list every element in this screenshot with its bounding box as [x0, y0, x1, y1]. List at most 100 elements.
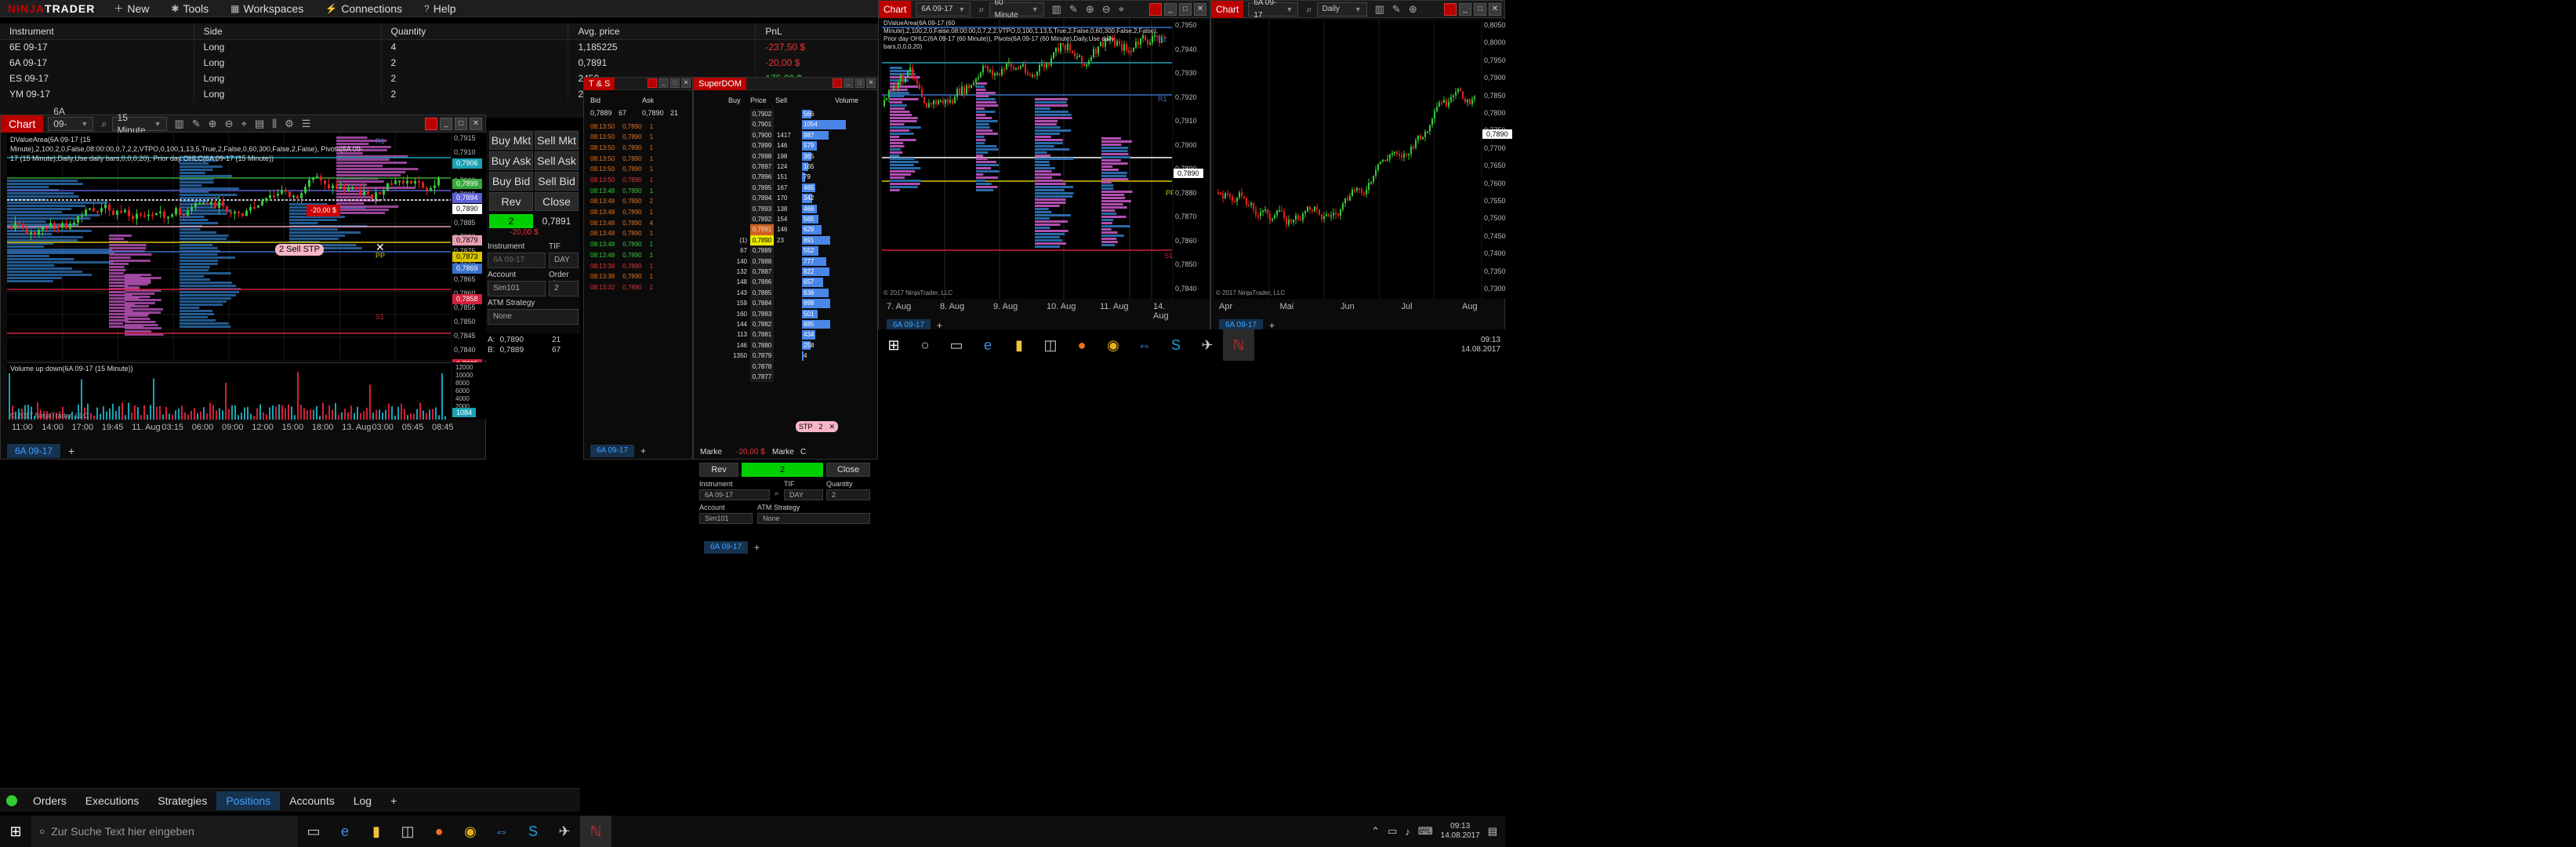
menu-workspaces[interactable]: ▦ Workspaces [220, 0, 314, 17]
column-header[interactable]: Avg. price [568, 24, 756, 40]
time-axis[interactable]: 11:00 14:00 17:00 19:45 11. Aug 03:15 06:00 09:… [7, 421, 454, 434]
dom-account-selector[interactable]: Sim101 [699, 513, 753, 524]
sell-bid-button[interactable]: Sell Bid [535, 172, 579, 191]
chart2-price-panel[interactable]: DValueArea(6A 09-17 (60 Minute),2,100,2,… [882, 20, 1175, 299]
edge-icon[interactable]: e [972, 329, 1003, 361]
dom-row[interactable]: 0,7892 154 565 [728, 214, 877, 225]
dom-row[interactable]: 144 0,7882 885 [728, 319, 877, 330]
bar-style-icon[interactable]: ▥ [1375, 3, 1384, 16]
price-axis[interactable]: 0,79150,79100,79050,79000,78950,78900,78… [452, 133, 487, 369]
chart2-interval-selector[interactable]: 60 Minute ▼ [989, 0, 1044, 20]
dom-instrument-field[interactable]: 6A 09-17 [699, 489, 770, 500]
buy-cell[interactable]: 113 [728, 329, 747, 340]
dom-row[interactable]: 0,7895 167 465 [728, 182, 877, 194]
minimize-button[interactable]: _ [440, 118, 452, 130]
order-qty-stepper[interactable]: 2 [549, 281, 579, 296]
interval-selector[interactable]: 15 Minute ▼ [111, 112, 167, 136]
buy-cell[interactable]: 67 [728, 245, 747, 256]
dom-row[interactable]: 0,7901 1054 [728, 119, 877, 130]
tab-log[interactable]: Log [344, 791, 381, 810]
cancel-all-label[interactable]: C [800, 448, 806, 456]
dom-row[interactable]: 0,7902 566 [728, 109, 877, 120]
chart3-price-axis[interactable]: 0,8050 0,8000 0,7950 0,7900 0,7850 0,7800 0,77… [1482, 20, 1512, 299]
clock-2[interactable]: 09:13 14.08.2017 [1461, 336, 1505, 354]
add-tab-button[interactable]: + [634, 445, 652, 456]
clock[interactable]: 09:13 14.08.2017 [1441, 822, 1480, 841]
dom-row[interactable]: 0,7893 138 469 [728, 203, 877, 214]
sell-cell[interactable]: 154 [775, 214, 794, 224]
bar-style-icon[interactable]: ▥ [175, 118, 184, 130]
firefox-icon[interactable]: ● [1066, 329, 1098, 361]
dom-ladder[interactable]: 0,7902 566 0,7901 1054 0,7900 1417 987 0,7899 14… [728, 109, 877, 384]
dom-qty-stepper[interactable]: 2 [826, 489, 870, 500]
teamviewer-icon[interactable]: ⇔ [486, 816, 517, 847]
draw-icon[interactable]: ✎ [1069, 3, 1078, 16]
zoom-out-icon[interactable]: ⊖ [1102, 3, 1111, 16]
column-header[interactable]: Instrument [0, 24, 194, 40]
buy-cell[interactable]: (1) [728, 235, 747, 245]
draw-icon[interactable]: ✎ [192, 118, 201, 130]
dom-row[interactable]: 0,7900 1417 987 [728, 129, 877, 141]
chrome-icon[interactable]: ◉ [1098, 329, 1129, 361]
app-icon[interactable]: ✈ [549, 816, 580, 847]
buy-cell[interactable]: 159 [728, 298, 747, 308]
buy-bid-button[interactable]: Buy Bid [489, 172, 533, 191]
search-icon[interactable]: ⌕ [1306, 3, 1312, 16]
bar-style-icon[interactable]: ▥ [1052, 3, 1061, 16]
buy-cell[interactable]: 144 [728, 319, 747, 329]
minimize-button[interactable]: _ [1164, 3, 1177, 16]
ninjatrader-taskbar-icon[interactable]: ℕ [580, 816, 611, 847]
volume-axis[interactable]: 12000 10000 8000 6000 4000 2000 1084 [452, 362, 487, 419]
close-button[interactable]: ✕ [866, 78, 876, 88]
close-button[interactable]: ✕ [681, 78, 691, 88]
sell-ask-button[interactable]: Sell Ask [535, 151, 579, 170]
tif-selector[interactable]: DAY [549, 253, 579, 268]
minimize-button[interactable]: _ [1459, 3, 1471, 16]
column-header[interactable]: Quantity [381, 24, 569, 40]
crosshair-icon[interactable]: ⌖ [241, 118, 247, 130]
link-button[interactable] [425, 118, 437, 130]
file-explorer-icon[interactable]: ▮ [1003, 329, 1035, 361]
sell-cell[interactable]: 146 [775, 140, 794, 151]
close-button[interactable]: ✕ [470, 118, 482, 130]
buy-cell[interactable]: 1350 [728, 351, 747, 361]
tab-strategies[interactable]: Strategies [148, 791, 216, 810]
maximize-button[interactable]: □ [1179, 3, 1192, 16]
tab-accounts[interactable]: Accounts [280, 791, 344, 810]
dom-row[interactable]: 140 0,7888 777 [728, 256, 877, 267]
buy-cell[interactable]: 160 [728, 309, 747, 319]
notifications-icon[interactable]: ▤ [1488, 825, 1497, 838]
chart3-price-panel[interactable]: © 2017 NinjaTrader, LLC [1214, 20, 1481, 299]
sell-cell[interactable]: 151 [775, 172, 794, 182]
file-explorer-icon[interactable]: ▮ [361, 816, 392, 847]
chrome-icon[interactable]: ◉ [455, 816, 486, 847]
app-icon[interactable]: ✈ [1192, 329, 1223, 361]
close-button[interactable]: ✕ [1489, 3, 1501, 16]
dom-row[interactable]: 1350 0,7879 4 [728, 351, 877, 362]
ninjatrader-taskbar-icon[interactable]: ℕ [1223, 329, 1254, 361]
chart2-price-axis[interactable]: 0,7950 0,7940 0,7930 0,7920 0,7910 0,7900 0,78… [1174, 20, 1210, 299]
reverse-button[interactable]: Rev [489, 192, 533, 211]
dom-row[interactable]: 0,7898 198 365 [728, 151, 877, 162]
menu-tools[interactable]: ✱ Tools [160, 0, 220, 17]
dom-row[interactable]: 113 0,7881 434 [728, 329, 877, 340]
price-panel[interactable]: DValueArea(6A 09-17 (15 Minute),2,100,2,… [7, 133, 451, 360]
crosshair-icon[interactable]: ⌖ [1119, 3, 1124, 16]
zoom-in-icon[interactable]: ⊕ [1409, 3, 1417, 16]
add-tab-button[interactable]: + [381, 791, 406, 810]
stop-order-marker[interactable]: STP 2 ✕ [796, 421, 839, 432]
instrument-field[interactable]: 6A 09-17 [488, 253, 546, 268]
chart-tab[interactable]: 6A 09-17 [7, 444, 61, 458]
dom-row[interactable]: 0,7896 151 79 [728, 172, 877, 183]
link-button[interactable] [833, 78, 843, 88]
dom-tab[interactable]: 6A 09-17 [704, 541, 749, 554]
skype-icon[interactable]: S [1160, 329, 1192, 361]
buy-ask-button[interactable]: Buy Ask [489, 151, 533, 170]
minimize-button[interactable]: _ [844, 78, 854, 88]
dom-row[interactable]: 0,7877 [728, 372, 877, 383]
sell-cell[interactable]: 170 [775, 193, 794, 203]
sell-cell[interactable]: 23 [775, 235, 794, 245]
indicators-icon[interactable]: ⫼ [272, 118, 277, 130]
menu-connections[interactable]: ⚡ Connections [314, 0, 413, 17]
chart2-instrument-selector[interactable]: 6A 09-17 ▼ [916, 2, 971, 16]
